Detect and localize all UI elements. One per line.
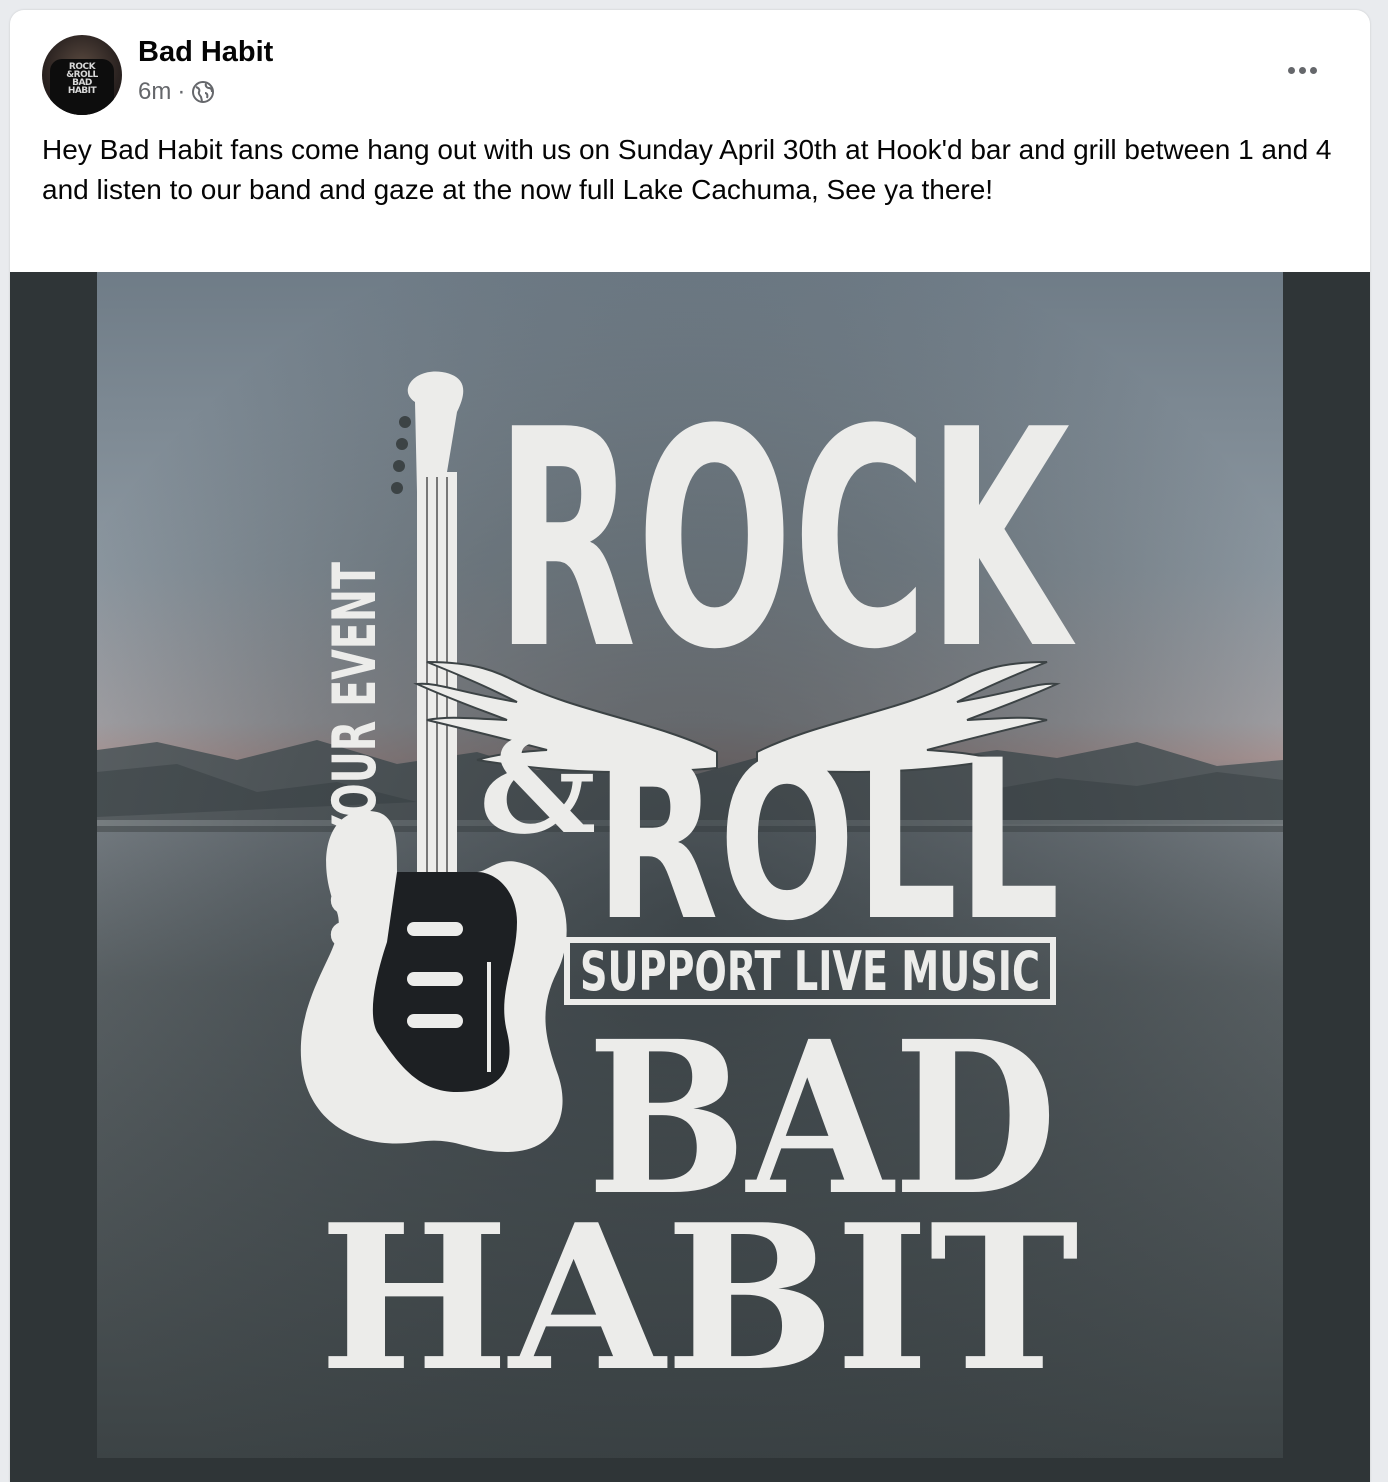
avatar-logo: ROCK &ROLL BAD HABIT [62,63,102,96]
more-options-icon [1287,66,1317,74]
avatar-logo-line: HABIT [67,86,97,96]
post-meta: 6m · [138,78,215,106]
meta-separator: · [177,78,186,105]
post-media[interactable]: ROCK YOUR EVENT ROCK & ROLL SUPPORT LIVE… [10,272,1370,1482]
poster-banner-text: SUPPORT LIVE MUSIC [580,940,1040,1003]
poster-image[interactable]: ROCK YOUR EVENT ROCK & ROLL SUPPORT LIVE… [97,272,1283,1458]
poster-word-habit: HABIT [319,1181,1079,1416]
post-timestamp[interactable]: 6m [138,78,171,106]
post-header: ROCK &ROLL BAD HABIT Bad Habit 6m · [10,10,1370,115]
poster-ampersand: & [479,710,596,863]
poster-word-rock: ROCK [495,366,1077,715]
globe-icon[interactable] [191,80,215,104]
avatar[interactable]: ROCK &ROLL BAD HABIT [42,35,122,115]
more-options-button[interactable] [1278,50,1326,90]
poster-word-roll: ROLL [595,713,1060,969]
post-card: ROCK &ROLL BAD HABIT Bad Habit 6m · Hey … [10,10,1370,1482]
post-message: Hey Bad Habit fans come hang out with us… [42,134,1332,205]
author-name[interactable]: Bad Habit [138,36,273,69]
